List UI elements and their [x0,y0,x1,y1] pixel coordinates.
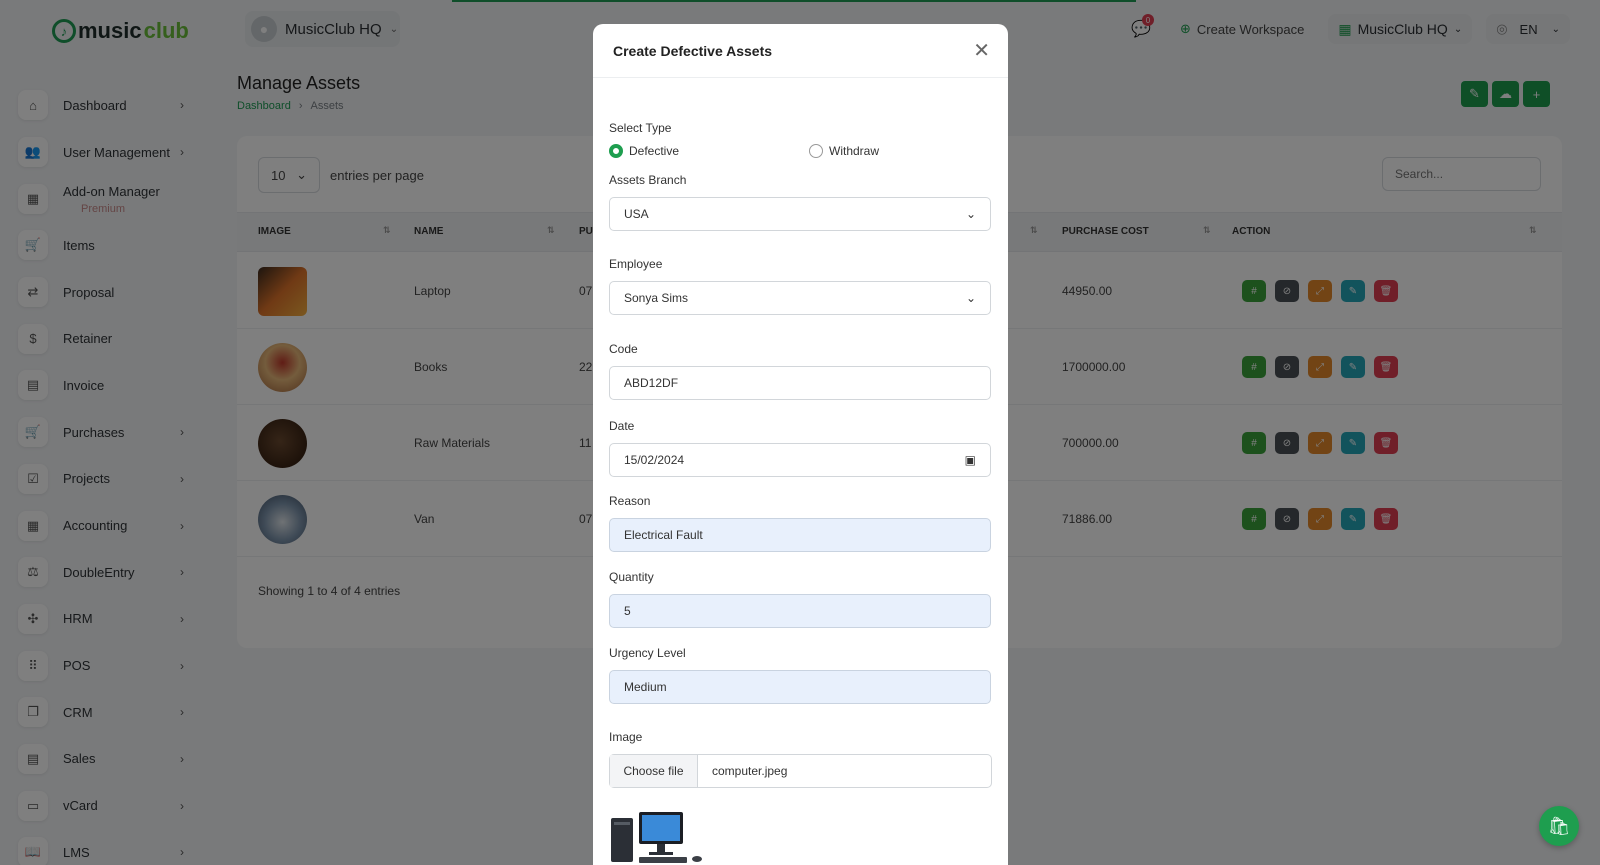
reason-input[interactable]: Electrical Fault [609,518,991,552]
branch-label: Assets Branch [609,173,687,187]
employee-label: Employee [609,257,663,271]
create-defective-assets-modal: Create Defective Assets ✕ Select Type De… [593,24,1008,865]
calendar-icon[interactable]: ▣ [965,453,976,467]
close-icon: ✕ [973,39,990,62]
close-button[interactable]: ✕ [973,41,990,61]
code-input[interactable]: ABD12DF [609,366,991,400]
employee-value: Sonya Sims [624,291,689,305]
radio-circle-checked [609,144,623,158]
shopping-bag-icon: 🛍 [1547,815,1571,836]
quantity-value: 5 [624,604,631,618]
quantity-input[interactable]: 5 [609,594,991,628]
cart-fab-button[interactable]: 🛍 [1539,806,1579,846]
employee-select[interactable]: Sonya Sims ⌄ [609,281,991,315]
date-value: 15/02/2024 [624,453,685,467]
date-input[interactable]: 15/02/2024 ▣ [609,443,991,477]
modal-header: Create Defective Assets ✕ [593,24,1008,78]
chevron-down-icon: ⌄ [965,207,976,221]
urgency-value: Medium [624,680,667,694]
image-file-input[interactable]: Choose file computer.jpeg [609,754,992,788]
radio-defective[interactable]: Defective [609,144,679,158]
select-type-label: Select Type [609,121,672,135]
image-label: Image [609,730,643,744]
quantity-label: Quantity [609,570,654,584]
radio-withdraw-label: Withdraw [829,144,880,158]
computer-preview-image [611,812,702,863]
reason-label: Reason [609,494,651,508]
modal-title: Create Defective Assets [613,42,773,59]
radio-circle [809,144,823,158]
branch-value: USA [624,207,649,221]
radio-withdraw[interactable]: Withdraw [809,144,879,158]
urgency-label: Urgency Level [609,646,686,660]
reason-value: Electrical Fault [624,528,703,542]
code-label: Code [609,342,638,356]
file-name: computer.jpeg [712,764,788,778]
urgency-input[interactable]: Medium [609,670,991,704]
image-preview [609,810,707,865]
code-value: ABD12DF [624,376,679,390]
choose-file-button[interactable]: Choose file [610,755,698,787]
branch-select[interactable]: USA ⌄ [609,197,991,231]
date-label: Date [609,419,635,433]
radio-defective-label: Defective [629,144,680,158]
chevron-down-icon: ⌄ [965,291,976,305]
